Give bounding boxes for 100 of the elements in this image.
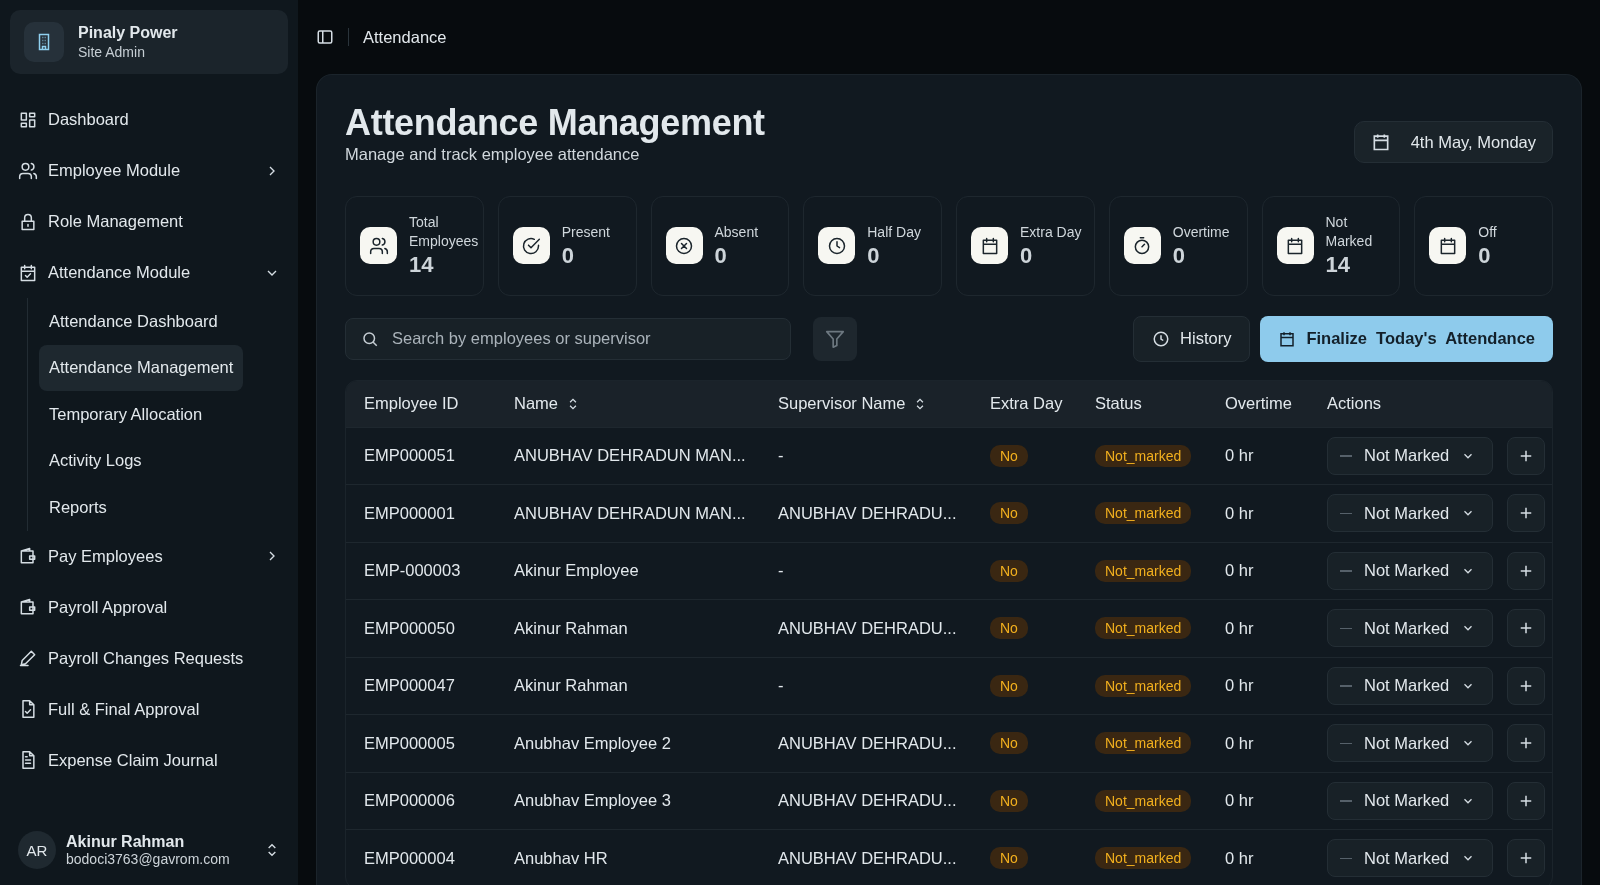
- column-header: Overtime: [1225, 394, 1292, 414]
- status-dropdown[interactable]: Not Marked: [1327, 609, 1493, 648]
- sidebar-subitem[interactable]: Attendance Dashboard: [39, 298, 239, 345]
- table-cell: EMP000047: [364, 676, 455, 696]
- sidebar-toggle-icon: [316, 28, 334, 46]
- stat-value: 0: [867, 242, 881, 269]
- sidebar-item[interactable]: Attendance Module: [10, 247, 288, 298]
- status-badge: Not_marked: [1095, 789, 1192, 812]
- building-icon: [24, 22, 64, 62]
- column-header: Extra Day: [990, 394, 1063, 414]
- sidebar-toggle-button[interactable]: [316, 28, 334, 46]
- sidebar-subitem[interactable]: Reports: [39, 484, 239, 531]
- add-button[interactable]: [1507, 609, 1545, 648]
- table-cell: Anubhav Employee 2: [514, 733, 671, 753]
- status-dropdown[interactable]: Not Marked: [1327, 724, 1493, 763]
- calendar-icon: [1278, 329, 1297, 348]
- status-badge: Not_marked: [1095, 502, 1192, 525]
- stat-label: Absent: [714, 222, 759, 241]
- finalize-button[interactable]: Finalize Today's Attendance: [1260, 315, 1553, 362]
- search-field[interactable]: Search by employees or supervisor: [345, 317, 791, 360]
- users-icon: [360, 227, 397, 265]
- column-header: Actions: [1327, 394, 1382, 414]
- table-cell: -: [778, 561, 784, 581]
- stat-value: 0: [1478, 242, 1492, 269]
- table-cell: EMP000005: [364, 733, 455, 753]
- date-picker[interactable]: 4th May, Monday: [1353, 121, 1553, 163]
- breadcrumb: Attendance: [363, 27, 447, 47]
- add-button[interactable]: [1507, 724, 1545, 763]
- wallet-icon: [18, 597, 38, 617]
- sidebar-item[interactable]: Payroll Changes Requests: [10, 632, 288, 684]
- add-button[interactable]: [1507, 839, 1545, 878]
- table-cell: 0 hr: [1225, 503, 1254, 523]
- extra-day-badge: No: [990, 444, 1028, 467]
- sidebar-item[interactable]: Full & Final Approval: [10, 683, 288, 735]
- sidebar-subitem[interactable]: Activity Logs: [39, 437, 239, 484]
- user-menu[interactable]: AR Akinur Rahman bodoci3763@gavrom.com: [10, 815, 288, 885]
- status-badge: Not_marked: [1095, 617, 1192, 640]
- add-button[interactable]: [1507, 494, 1545, 533]
- sidebar-item[interactable]: Pay Employees: [10, 530, 288, 582]
- status-dropdown[interactable]: Not Marked: [1327, 781, 1493, 820]
- add-button[interactable]: [1507, 551, 1545, 590]
- clock-icon: [818, 227, 856, 265]
- status-badge: Not_marked: [1095, 444, 1192, 467]
- add-button[interactable]: [1507, 436, 1545, 475]
- table-cell: 0 hr: [1225, 848, 1254, 868]
- stat-value: 0: [714, 242, 728, 269]
- extra-day-badge: No: [990, 674, 1028, 697]
- wallet-icon: [18, 546, 38, 566]
- timer-icon: [1123, 227, 1161, 265]
- user-email: bodoci3763@gavrom.com: [66, 851, 231, 867]
- sidebar-subitem[interactable]: Temporary Allocation: [39, 391, 239, 438]
- status-dropdown[interactable]: Not Marked: [1327, 436, 1493, 475]
- table-cell: Akinur Rahman: [514, 676, 628, 696]
- sidebar-item[interactable]: Dashboard: [10, 94, 288, 145]
- column-header: Employee ID: [364, 394, 459, 414]
- status-dropdown[interactable]: Not Marked: [1327, 551, 1493, 590]
- table-cell: Akinur Employee: [514, 561, 639, 581]
- sortable-column-header[interactable]: Supervisor Name: [778, 394, 928, 414]
- extra-day-badge: No: [990, 617, 1028, 640]
- org-switcher[interactable]: Pinaly Power Site Admin: [10, 10, 288, 74]
- sidebar-item[interactable]: Employee Module: [10, 145, 288, 196]
- table-cell: ANUBHAV DEHRADU...: [778, 733, 957, 753]
- sidebar-subitem[interactable]: Attendance Management: [39, 344, 244, 391]
- table-cell: EMP000051: [364, 446, 455, 466]
- filter-button[interactable]: [813, 316, 857, 361]
- sidebar-item[interactable]: Expense Claim Journal: [10, 734, 288, 786]
- clock-icon: [1152, 329, 1171, 348]
- extra-day-badge: No: [990, 732, 1028, 755]
- calendar-icon: [971, 227, 1008, 265]
- sidebar-item[interactable]: Role Management: [10, 196, 288, 247]
- table-cell: EMP-000003: [364, 561, 461, 581]
- table-cell: 0 hr: [1225, 618, 1254, 638]
- sidebar-item[interactable]: Payroll Approval: [10, 581, 288, 633]
- calendar-check-icon: [18, 262, 38, 283]
- table-cell: 0 hr: [1225, 733, 1254, 753]
- table-cell: ANUBHAV DEHRADUN MAN...: [514, 503, 746, 523]
- stat-label: Extra Day: [1020, 222, 1082, 241]
- extra-day-badge: No: [990, 847, 1028, 870]
- calendar-icon: [1429, 227, 1467, 265]
- stat-value: 14: [409, 251, 435, 278]
- table-cell: ANUBHAV DEHRADU...: [778, 791, 957, 811]
- table-cell: Anubhav Employee 3: [514, 791, 671, 811]
- user-name: Akinur Rahman: [66, 833, 186, 851]
- stat-label: Total Employees: [409, 213, 477, 250]
- status-dropdown[interactable]: Not Marked: [1327, 666, 1493, 705]
- stat-label: Half Day: [867, 222, 921, 241]
- stat-label: Off: [1478, 222, 1497, 241]
- status-dropdown[interactable]: Not Marked: [1327, 839, 1493, 878]
- table-cell: EMP000001: [364, 503, 455, 523]
- sortable-column-header[interactable]: Name: [514, 394, 580, 414]
- calendar-icon: [1276, 227, 1314, 265]
- search-icon: [361, 329, 379, 348]
- org-role: Site Admin: [78, 44, 146, 60]
- pencil-icon: [18, 648, 38, 668]
- stat-value: 14: [1325, 251, 1351, 278]
- history-button[interactable]: History: [1133, 315, 1251, 362]
- add-button[interactable]: [1507, 666, 1545, 705]
- add-button[interactable]: [1507, 781, 1545, 820]
- status-badge: Not_marked: [1095, 674, 1192, 697]
- status-dropdown[interactable]: Not Marked: [1327, 494, 1493, 533]
